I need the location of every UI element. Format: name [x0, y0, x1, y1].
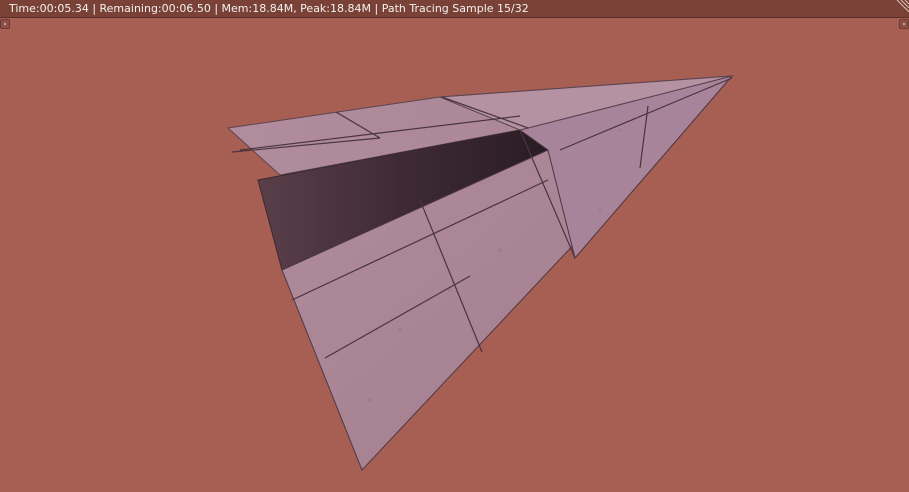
rendered-scene [226, 75, 734, 471]
area-split-widget-icon[interactable] [895, 0, 909, 14]
area-corner-right-icon[interactable] [899, 19, 909, 29]
render-viewport[interactable]: Time:00:05.34 | Remaining:00:06.50 | Mem… [0, 0, 909, 492]
area-corner-left-icon[interactable] [0, 19, 10, 29]
render-header-bar: Time:00:05.34 | Remaining:00:06.50 | Mem… [0, 0, 909, 18]
render-status-text: Time:00:05.34 | Remaining:00:06.50 | Mem… [9, 2, 529, 15]
